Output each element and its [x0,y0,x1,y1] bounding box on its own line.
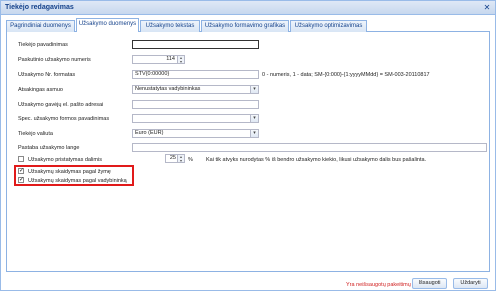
currency-select[interactable]: Euro (EUR) ▾ [132,129,259,138]
window-titlebar: Tiekėjo redagavimas ✕ [1,1,495,15]
note-label: Pastaba užsakymo lange [18,145,80,151]
tab-main-data[interactable]: Pagrindiniai duomenys [6,20,75,32]
delivery-part-field[interactable]: 25 ▴ ▾ [165,154,185,163]
split-by-tag-checkbox[interactable]: ✓ [18,168,24,174]
last-order-number-label: Paskutinio užsakymo numeris [18,57,91,63]
save-button[interactable]: Išsaugoti [412,278,447,289]
spinner-icon[interactable]: ▴ ▾ [177,56,184,63]
delivery-part-value: 25 [169,155,176,161]
supplier-name-field[interactable] [132,40,259,49]
currency-value: Euro (EUR) [135,130,164,136]
chevron-down-icon[interactable]: ▾ [250,130,258,137]
supplier-edit-window: Tiekėjo redagavimas ✕ Pagrindiniai duome… [0,0,496,291]
form-name-label: Spec. užsakymo formos pavadinimas [18,116,110,122]
tab-order-optimization[interactable]: Užsakymo optimizavimas [290,20,367,32]
responsible-person-value: Nenustatytas vadybininkas [135,86,201,92]
order-format-field[interactable]: STV{0:00000} [132,70,259,79]
form-name-select[interactable]: ▾ [132,114,259,123]
order-format-hint: 0 - numeris, 1 - data; SM-{0:000}-{1:yyy… [262,72,430,78]
tab-order-schedule[interactable]: Užsakymo formavimo grafikas [201,20,289,32]
delivery-part-label: Užsakymo pristatymas dalimis [28,157,102,163]
receiver-email-label: Užsakymo gavėjų el. pašto adresai [18,102,104,108]
close-button[interactable]: Uždaryti [453,278,488,289]
tab-strip: Pagrindiniai duomenys Užsakymo duomenys … [6,18,490,33]
last-order-number-value: 114 [166,56,175,62]
tab-order-data[interactable]: Užsakymo duomenys [76,18,139,33]
split-by-manager-label: Užsakymų skaidymas pagal vadybininką [28,178,127,184]
order-format-label: Užsakymo Nr. formatas [18,72,76,78]
split-by-manager-checkbox[interactable]: ✓ [18,177,24,183]
supplier-name-label: Tiekėjo pavadinimas [18,42,68,48]
responsible-person-label: Atsakingas asmuo [18,87,63,93]
receiver-email-field[interactable] [132,100,259,109]
delivery-part-hint: Kai tik atvyks nurodytas % iš bendro užs… [206,157,427,163]
currency-label: Tiekėjo valiuta [18,131,53,137]
close-icon[interactable]: ✕ [482,3,492,12]
note-field[interactable] [132,143,487,152]
responsible-person-select[interactable]: Nenustatytas vadybininkas ▾ [132,85,259,94]
chevron-down-icon[interactable]: ▾ [250,86,258,93]
window-title: Tiekėjo redagavimas [5,4,74,11]
percent-unit: % [188,157,193,163]
chevron-down-icon[interactable]: ▾ [250,115,258,122]
last-order-number-field[interactable]: 114 ▴ ▾ [132,55,185,64]
tab-order-text[interactable]: Užsakymo tekstas [140,20,200,32]
spinner-icon[interactable]: ▴ ▾ [177,155,184,162]
order-data-panel: Tiekėjo pavadinimas Paskutinio užsakymo … [6,32,490,272]
delivery-part-checkbox[interactable] [18,156,24,162]
split-by-tag-label: Užsakymų skaidymas pagal žymę [28,169,111,175]
unsaved-changes-text: Yra neišsaugotų pakeitimų [346,282,411,288]
